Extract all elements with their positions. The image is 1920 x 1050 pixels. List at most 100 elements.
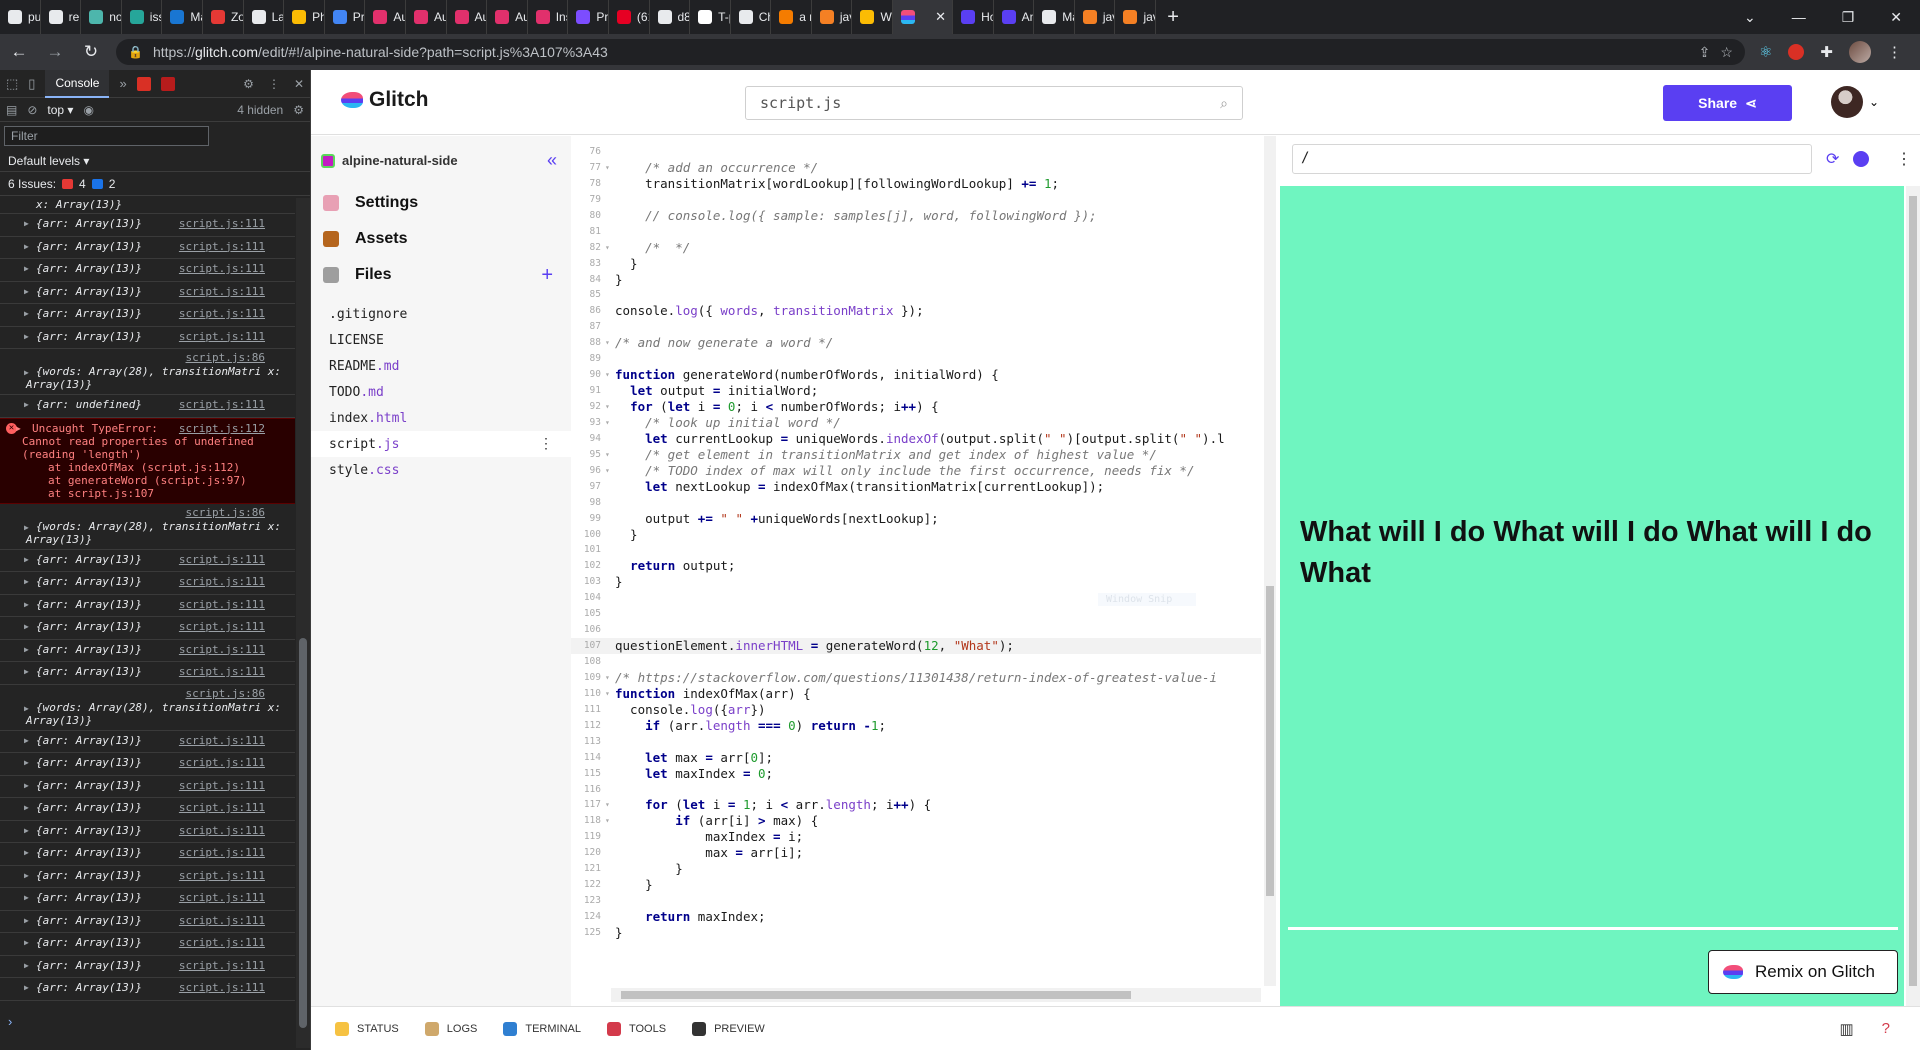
source-link[interactable]: script.js:111 bbox=[179, 330, 265, 343]
browser-tab[interactable]: Pro bbox=[325, 0, 366, 34]
footer-logs-button[interactable]: LOGS bbox=[424, 1021, 477, 1036]
live-expression-eye-icon[interactable]: ◉ bbox=[83, 103, 93, 117]
browser-tab[interactable]: Aus bbox=[365, 0, 406, 34]
browser-tab[interactable]: a n bbox=[771, 0, 812, 34]
expand-arrow-icon[interactable]: ▶ bbox=[24, 242, 29, 251]
expand-arrow-icon[interactable]: ▶ bbox=[24, 848, 29, 857]
console-log-row[interactable]: ▶ {arr: Array(13)} script.js:111 bbox=[0, 821, 295, 843]
fold-arrow-icon[interactable]: ▾ bbox=[605, 335, 615, 351]
file-item[interactable]: script .js ⋮ bbox=[311, 431, 571, 457]
console-log-row[interactable]: ▶ {arr: Array(13)} script.js:111 bbox=[0, 237, 295, 259]
browser-tab[interactable]: Ma bbox=[162, 0, 203, 34]
source-link[interactable]: script.js:112 bbox=[179, 422, 265, 435]
source-link[interactable]: script.js:111 bbox=[179, 756, 265, 769]
source-link[interactable]: script.js:111 bbox=[179, 981, 265, 994]
expand-arrow-icon[interactable]: ▶ bbox=[24, 400, 29, 409]
profile-avatar[interactable] bbox=[1849, 41, 1871, 63]
browser-tab[interactable]: d86 bbox=[650, 0, 691, 34]
bookmark-star-icon[interactable]: ☆ bbox=[1720, 44, 1733, 61]
browser-tab[interactable]: java bbox=[1115, 0, 1157, 34]
more-tabs-icon[interactable]: » bbox=[119, 76, 126, 91]
browser-tab[interactable]: not bbox=[81, 0, 122, 34]
source-link[interactable]: script.js:111 bbox=[179, 914, 265, 927]
source-link[interactable]: script.js:111 bbox=[179, 869, 265, 882]
expand-arrow-icon[interactable]: ▶ bbox=[24, 758, 29, 767]
fold-arrow-icon[interactable]: ▾ bbox=[605, 240, 615, 256]
expand-arrow-icon[interactable]: ▶ bbox=[24, 555, 29, 564]
more-options-icon[interactable]: ⋮ bbox=[268, 77, 280, 91]
preview-scrollbar[interactable] bbox=[1906, 186, 1920, 1006]
source-link[interactable]: script.js:111 bbox=[179, 307, 265, 320]
source-link[interactable]: script.js:111 bbox=[179, 959, 265, 972]
browser-tab[interactable]: Ma bbox=[1034, 0, 1075, 34]
source-link[interactable]: script.js:111 bbox=[179, 643, 265, 656]
expand-arrow-icon[interactable]: ▶ bbox=[24, 309, 29, 318]
console-prompt[interactable]: › bbox=[8, 1014, 12, 1029]
refresh-preview-icon[interactable]: ⟳ bbox=[1826, 149, 1839, 169]
expand-arrow-icon[interactable]: ▶ bbox=[24, 264, 29, 273]
code-editor[interactable]: 76 77 ▾ /* add an occurrence */78 transiti… bbox=[571, 136, 1276, 1006]
console-filter-input[interactable]: Filter bbox=[4, 126, 209, 146]
console-log-row[interactable]: ▶ {arr: Array(13)} script.js:111 bbox=[0, 956, 295, 978]
browser-tab[interactable]: java bbox=[812, 0, 853, 34]
tab-close-icon[interactable]: ✕ bbox=[935, 9, 946, 25]
preview-more-icon[interactable]: ⋮ bbox=[1896, 149, 1912, 169]
back-arrow-icon[interactable]: ← bbox=[8, 42, 30, 62]
expand-arrow-icon[interactable]: ▶ bbox=[24, 704, 29, 713]
browser-tab[interactable]: Pric bbox=[568, 0, 609, 34]
fold-arrow-icon[interactable]: ▾ bbox=[605, 670, 615, 686]
console-log-row[interactable]: ▶ {arr: Array(13)} script.js:111 bbox=[0, 304, 295, 327]
console-log-row[interactable]: ▶ {arr: Array(13)} script.js:111 bbox=[0, 282, 295, 304]
expand-arrow-icon[interactable]: ▶ bbox=[24, 983, 29, 992]
browser-menu-icon[interactable]: ⋮ bbox=[1887, 43, 1902, 61]
device-toolbar-icon[interactable]: ▯ bbox=[28, 76, 35, 92]
url-input[interactable]: 🔒 https://glitch.com/edit/#!/alpine-natu… bbox=[116, 39, 1745, 65]
source-link[interactable]: script.js:111 bbox=[179, 620, 265, 633]
console-log-row[interactable]: ▶ {arr: undefined} script.js:111 bbox=[0, 395, 295, 418]
expand-arrow-icon[interactable]: ▶ bbox=[24, 961, 29, 970]
console-log-row[interactable]: ▶ {arr: Array(13)} script.js:111 bbox=[0, 662, 295, 685]
browser-tab[interactable]: Wh bbox=[852, 0, 894, 34]
log-levels-dropdown[interactable]: Default levels ▾ bbox=[0, 150, 310, 172]
browser-tab[interactable]: java bbox=[1075, 0, 1116, 34]
console-log-row[interactable]: ▶ {words: Array(28), transitionMatri x: A… bbox=[0, 349, 295, 395]
file-item[interactable]: style .css bbox=[311, 457, 571, 483]
extension-red-icon[interactable] bbox=[1788, 44, 1805, 60]
console-log-row[interactable]: ▶ {arr: Array(13)} script.js:111 bbox=[0, 640, 295, 662]
console-log-row[interactable]: ▶ {arr: Array(13)} script.js:111 bbox=[0, 776, 295, 798]
source-link[interactable]: script.js:111 bbox=[179, 285, 265, 298]
file-options-icon[interactable]: ⋮ bbox=[539, 436, 553, 452]
expand-arrow-icon[interactable]: ▶ bbox=[24, 736, 29, 745]
minimize-button[interactable]: — bbox=[1792, 9, 1806, 26]
source-link[interactable]: script.js:111 bbox=[179, 779, 265, 792]
console-settings-icon[interactable]: ⚙ bbox=[293, 103, 304, 117]
stack-frame[interactable]: at indexOfMax (script.js:112) bbox=[22, 461, 291, 474]
sidebar-item-files[interactable]: Files + bbox=[311, 257, 571, 293]
fold-arrow-icon[interactable]: ▾ bbox=[605, 813, 615, 829]
console-log-row[interactable]: ▶ {arr: Array(13)} script.js:111 bbox=[0, 978, 295, 1001]
scrollbar-thumb[interactable] bbox=[621, 991, 1131, 999]
scrollbar-thumb[interactable] bbox=[1909, 196, 1917, 986]
file-item[interactable]: TODO .md bbox=[311, 379, 571, 405]
scrollbar-thumb[interactable] bbox=[1266, 586, 1274, 896]
tab-search-icon[interactable]: ⌄ bbox=[1744, 9, 1756, 26]
expand-arrow-icon[interactable]: ▶ bbox=[24, 893, 29, 902]
console-log-row[interactable]: ▶ {arr: Array(13)} script.js:111 bbox=[0, 731, 295, 753]
console-scrollbar[interactable] bbox=[296, 198, 310, 1048]
editor-vertical-scrollbar[interactable] bbox=[1264, 136, 1276, 986]
source-link[interactable]: script.js:86 bbox=[186, 687, 265, 700]
new-tab-button[interactable]: + bbox=[1156, 6, 1190, 29]
share-button[interactable]: Share ⋖ bbox=[1663, 85, 1792, 121]
tab-glitch-active[interactable]: ✕ bbox=[893, 0, 954, 34]
console-log-row[interactable]: ▶ {arr: Array(13)} script.js:111 bbox=[0, 259, 295, 282]
scrollbar-thumb[interactable] bbox=[299, 638, 307, 1028]
error-badge-icon[interactable] bbox=[136, 76, 151, 91]
expand-arrow-icon[interactable]: ▶ bbox=[24, 622, 29, 631]
console-log-row[interactable]: ▶ {arr: Array(13)} script.js:111 bbox=[0, 933, 295, 956]
fold-arrow-icon[interactable]: ▾ bbox=[605, 367, 615, 383]
file-search-input[interactable]: script.js ⌕ bbox=[745, 86, 1243, 120]
footer-preview-button[interactable]: PREVIEW bbox=[692, 1021, 765, 1036]
source-link[interactable]: script.js:111 bbox=[179, 665, 265, 678]
expand-arrow-icon[interactable]: ▶ bbox=[24, 781, 29, 790]
expand-arrow-icon[interactable]: ▶ bbox=[24, 803, 29, 812]
